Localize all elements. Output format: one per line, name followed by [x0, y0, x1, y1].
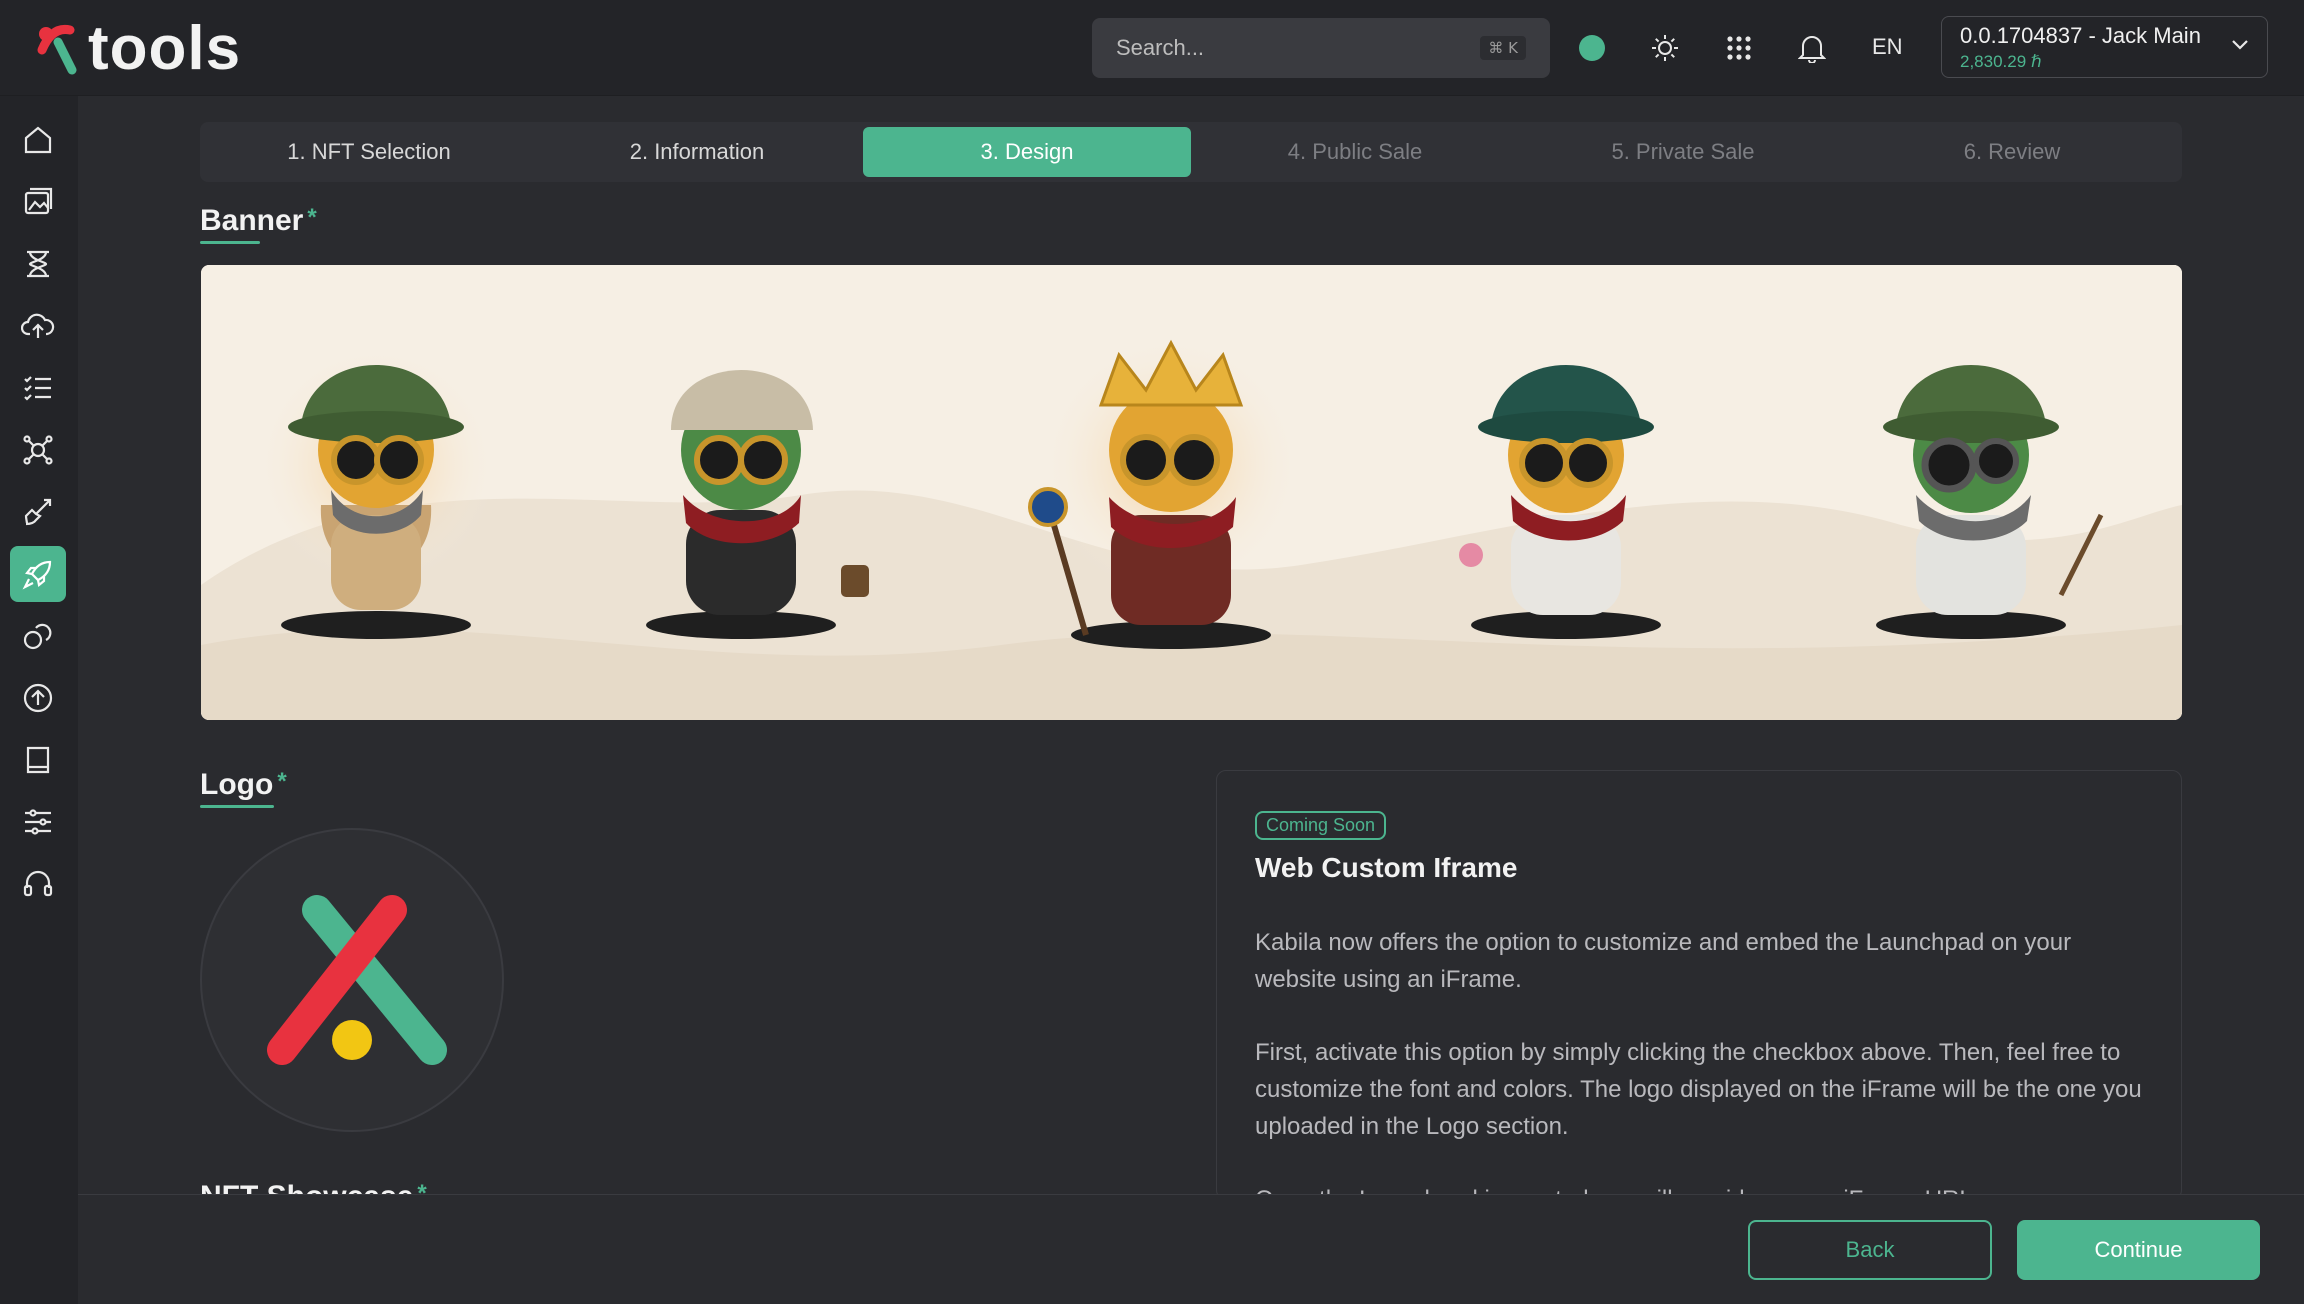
- cloud-upload-icon: [21, 313, 55, 338]
- gallery-icon: [24, 187, 53, 215]
- sidebar-item-docs[interactable]: [10, 732, 66, 788]
- continue-button[interactable]: Continue: [2017, 1220, 2260, 1280]
- sidebar-item-timer[interactable]: [10, 236, 66, 292]
- hourglass-icon: [27, 250, 49, 278]
- logo-section-title: Logo *: [200, 768, 287, 801]
- step-nft-selection[interactable]: 1. NFT Selection: [205, 127, 533, 177]
- sidebar-item-support[interactable]: [10, 856, 66, 912]
- app-name: tools: [88, 13, 242, 83]
- chevron-down-icon: [2232, 40, 2248, 50]
- banner-title-underline: [200, 241, 260, 244]
- coming-soon-badge: Coming Soon: [1255, 811, 1387, 840]
- sliders-icon: [25, 809, 51, 835]
- checklist-icon: [24, 376, 51, 401]
- sidebar-item-transfer[interactable]: [10, 670, 66, 726]
- sidebar-item-launchpad[interactable]: [10, 546, 66, 602]
- step-public-sale: 4. Public Sale: [1287, 139, 1423, 164]
- web-iframe-info-card: Coming Soon Web Custom Iframe Kabila now…: [1216, 770, 2182, 1200]
- project-logo-icon: [267, 895, 447, 1065]
- kabila-logo-icon: [37, 24, 77, 75]
- logo-image[interactable]: [200, 828, 504, 1132]
- sidebar-item-design[interactable]: [10, 484, 66, 540]
- card-paragraph: First, activate this option by simply cl…: [1255, 1039, 2142, 1140]
- account-id: 0.0.1704837 - Jack Main: [1960, 23, 2201, 48]
- account-balance: 2,830.29 ℏ: [1960, 52, 2042, 71]
- card-title: Web Custom Iframe: [1255, 852, 1518, 883]
- home-icon: [24, 126, 52, 154]
- book-icon: [26, 746, 50, 774]
- search-shortcut: ⌘ K: [1480, 36, 1526, 60]
- search-input[interactable]: [1116, 35, 1481, 61]
- banner-illustration: [201, 265, 2182, 720]
- network-icon: [23, 435, 53, 465]
- step-private-sale: 5. Private Sale: [1611, 139, 1755, 164]
- step-review: 6. Review: [1963, 139, 2061, 164]
- sidebar-item-network[interactable]: [10, 422, 66, 478]
- app-logo[interactable]: tools: [32, 14, 241, 83]
- theme-toggle-icon[interactable]: [1645, 28, 1685, 68]
- search-box[interactable]: ⌘ K: [1092, 18, 1550, 78]
- coins-icon: [23, 623, 52, 650]
- sidebar-item-coins[interactable]: [10, 608, 66, 664]
- language-selector[interactable]: EN: [1872, 34, 1903, 60]
- sidebar-item-gallery[interactable]: [10, 174, 66, 230]
- apps-grid-icon[interactable]: [1719, 28, 1759, 68]
- sidebar-item-upload[interactable]: [10, 298, 66, 354]
- sidebar-item-home[interactable]: [10, 112, 66, 168]
- banner-section-title: Banner *: [200, 204, 317, 237]
- wizard-stepper: 1. NFT Selection 2. Information 3. Desig…: [200, 122, 2182, 182]
- sidebar-item-settings[interactable]: [10, 794, 66, 850]
- sidebar-item-tasks[interactable]: [10, 360, 66, 416]
- banner-image[interactable]: [201, 265, 2182, 720]
- sidebar: [0, 96, 78, 1304]
- brush-icon: [24, 498, 52, 526]
- wizard-footer: Back Continue: [78, 1194, 2304, 1304]
- account-selector[interactable]: 0.0.1704837 - Jack Main 2,830.29 ℏ: [1941, 16, 2268, 78]
- notifications-bell-icon[interactable]: [1792, 28, 1832, 68]
- back-button[interactable]: Back: [1748, 1220, 1992, 1280]
- top-bar: tools ⌘ K EN 0.0.1704837 - Jack Main 2,8…: [0, 0, 2304, 96]
- network-status-indicator: [1579, 35, 1605, 61]
- step-information[interactable]: 2. Information: [533, 127, 861, 177]
- rocket-icon: [22, 560, 52, 590]
- card-paragraph: Kabila now offers the option to customiz…: [1255, 929, 2072, 993]
- headset-icon: [23, 870, 53, 897]
- step-design[interactable]: 3. Design: [863, 127, 1191, 177]
- upload-circle-icon: [23, 683, 53, 713]
- logo-title-underline: [200, 805, 274, 808]
